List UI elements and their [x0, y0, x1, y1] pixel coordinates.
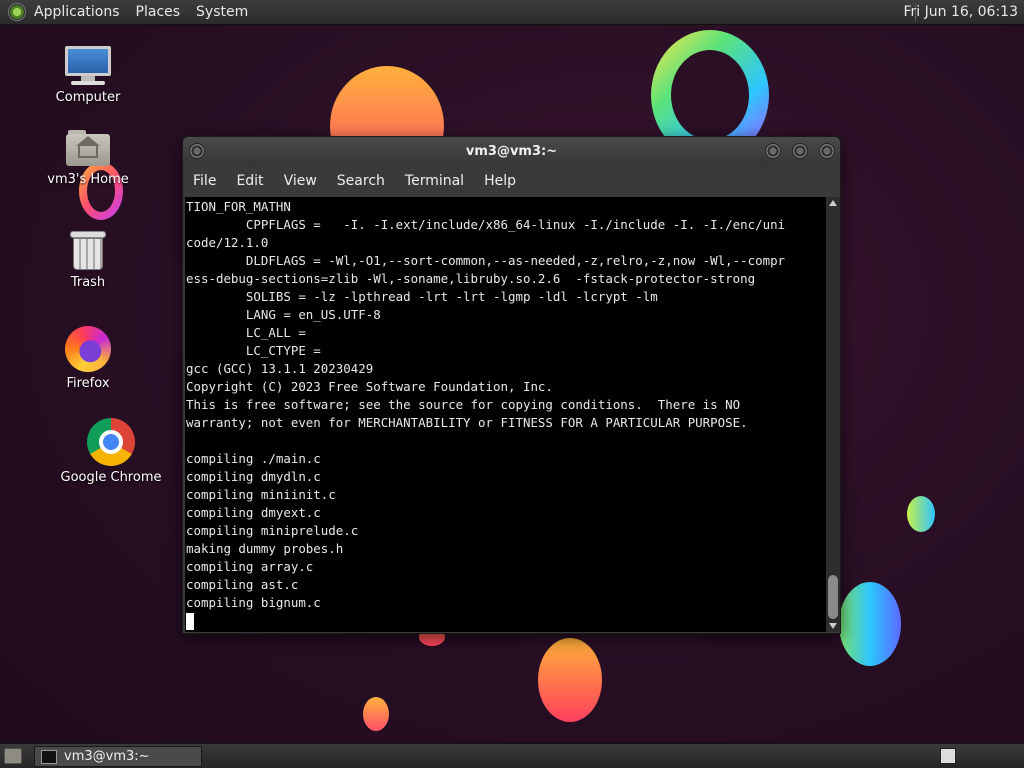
places-menu[interactable]: Places [136, 4, 181, 20]
desktop-icon-label: Trash [70, 275, 106, 290]
terminal-line: compiling miniprelude.c [186, 523, 359, 538]
window-title: vm3@vm3:~ [465, 144, 558, 159]
wallpaper-bubble [839, 582, 901, 666]
terminal-menu-bar: File Edit View Search Terminal Help [183, 167, 840, 195]
terminal-line: CPPFLAGS = -I. -I.ext/include/x86_64-lin… [186, 217, 786, 232]
terminal-line: SOLIBS = -lz -lpthread -lrt -lrt -lgmp -… [186, 289, 658, 304]
window-title-bar[interactable]: vm3@vm3:~ [183, 137, 840, 167]
terminal-line: TION_FOR_MATHN [186, 199, 291, 214]
trash-icon [70, 229, 106, 271]
terminal-line: LANG = en_US.UTF-8 [186, 307, 381, 322]
taskbar-item-label: vm3@vm3:~ [64, 749, 150, 764]
desktop-icon-label: vm3's Home [47, 172, 129, 187]
firefox-icon [65, 326, 111, 372]
menu-help[interactable]: Help [484, 173, 516, 189]
terminal-line: LC_ALL = [186, 325, 306, 340]
terminal-line: compiling array.c [186, 559, 314, 574]
desktop-icon-computer[interactable]: Computer [28, 46, 148, 105]
terminal-cursor [186, 612, 826, 630]
menu-terminal[interactable]: Terminal [405, 173, 464, 189]
close-button[interactable] [819, 143, 835, 159]
wallpaper-bubble [363, 697, 389, 731]
home-folder-icon [66, 128, 110, 168]
distro-logo-icon[interactable] [8, 3, 26, 21]
scroll-up-arrow-icon[interactable] [829, 200, 837, 206]
wallpaper-bubble [907, 496, 935, 532]
show-desktop-icon[interactable] [4, 748, 22, 764]
desktop-icon-label: Computer [55, 90, 121, 105]
menu-search[interactable]: Search [337, 173, 385, 189]
desktop-icon-label: Google Chrome [60, 470, 162, 485]
chrome-icon [87, 418, 135, 466]
terminal-line: code/12.1.0 [186, 235, 269, 250]
top-panel: Applications Places System Fri Jun 16, 0… [0, 0, 1024, 25]
terminal-line: Copyright (C) 2023 Free Software Foundat… [186, 379, 553, 394]
terminal-line: compiling ast.c [186, 577, 299, 592]
terminal-line: making dummy probes.h [186, 541, 344, 556]
terminal-line: gcc (GCC) 13.1.1 20230429 [186, 361, 374, 376]
terminal-line: compiling dmydln.c [186, 469, 321, 484]
terminal-line: compiling miniinit.c [186, 487, 336, 502]
terminal-text: TION_FOR_MATHN CPPFLAGS = -I. -I.ext/inc… [185, 197, 826, 630]
terminal-window: vm3@vm3:~ File Edit View Search Terminal… [182, 136, 841, 634]
minimize-button[interactable] [765, 143, 781, 159]
applications-menu[interactable]: Applications [34, 4, 120, 20]
terminal-line: DLDFLAGS = -Wl,-O1,--sort-common,--as-ne… [186, 253, 786, 268]
clock[interactable]: Fri Jun 16, 06:13 [903, 4, 1018, 20]
taskbar-item-terminal[interactable]: vm3@vm3:~ [34, 746, 202, 767]
scrollbar-thumb[interactable] [828, 575, 838, 619]
terminal-scrollbar[interactable] [826, 197, 840, 632]
menu-edit[interactable]: Edit [236, 173, 263, 189]
desktop-icon-trash[interactable]: Trash [28, 229, 148, 290]
bottom-panel: vm3@vm3:~ [0, 743, 1024, 768]
menu-view[interactable]: View [284, 173, 317, 189]
desktop-icon-home[interactable]: vm3's Home [28, 128, 148, 187]
terminal-output[interactable]: TION_FOR_MATHN CPPFLAGS = -I. -I.ext/inc… [185, 197, 826, 632]
terminal-line: warranty; not even for MERCHANTABILITY o… [186, 415, 748, 430]
desktop-icon-chrome[interactable]: Google Chrome [51, 418, 171, 485]
terminal-line: This is free software; see the source fo… [186, 397, 741, 412]
scroll-down-arrow-icon[interactable] [829, 623, 837, 629]
wallpaper-bubble [538, 638, 602, 722]
maximize-button[interactable] [792, 143, 808, 159]
desktop-icon-label: Firefox [66, 376, 110, 391]
terminal-line: ess-debug-sections=zlib -Wl,-soname,libr… [186, 271, 756, 286]
terminal-line: LC_CTYPE = [186, 343, 321, 358]
terminal-line: compiling bignum.c [186, 595, 321, 610]
workspace-switcher[interactable] [940, 748, 956, 764]
terminal-line: compiling ./main.c [186, 451, 321, 466]
terminal-icon [41, 749, 57, 764]
system-menu[interactable]: System [196, 4, 248, 20]
terminal-line: compiling dmyext.c [186, 505, 321, 520]
menu-file[interactable]: File [193, 173, 216, 189]
desktop-icon-firefox[interactable]: Firefox [28, 326, 148, 391]
computer-icon [63, 46, 113, 86]
